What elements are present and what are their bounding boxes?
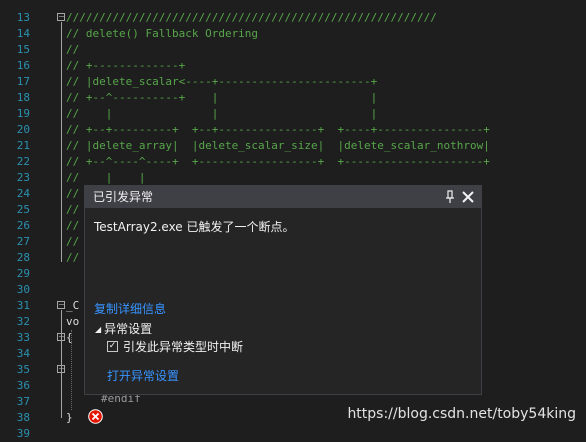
line-number: 29 <box>16 267 30 280</box>
code-text[interactable]: // +--^----^----+ +------------------+ +… <box>66 154 490 170</box>
line-number: 16 <box>16 59 30 72</box>
line-number: 25 <box>16 203 30 216</box>
fold-guide <box>61 310 62 418</box>
line-number: 14 <box>16 27 30 40</box>
fold-toggle-icon[interactable]: − <box>57 301 65 309</box>
code-text[interactable]: // <box>66 42 79 58</box>
code-text[interactable]: // <box>66 218 79 234</box>
line-number: 21 <box>16 139 30 152</box>
code-line[interactable]: 15 // <box>0 42 586 58</box>
line-number: 30 <box>16 283 30 296</box>
line-number: 27 <box>16 235 30 248</box>
exception-settings-section[interactable]: ◢ 异常设置 <box>95 320 152 337</box>
code-line[interactable]: 14 // delete() Fallback Ordering <box>0 26 586 42</box>
watermark: https://blog.csdn.net/toby54king <box>347 406 576 422</box>
dialog-title: 已引发异常 <box>93 190 154 204</box>
line-number: 17 <box>16 75 30 88</box>
pin-icon[interactable] <box>445 190 455 204</box>
line-number: 20 <box>16 123 30 136</box>
code-line[interactable]: 18 // +--^----------+ | | <box>0 90 586 106</box>
code-text[interactable]: // delete() Fallback Ordering <box>66 26 258 42</box>
code-text[interactable]: // <box>66 186 79 202</box>
code-line[interactable]: 20 // +--+---------+ +--+---------------+… <box>0 122 586 138</box>
line-number: 32 <box>16 315 30 328</box>
break-on-exception-checkbox[interactable]: ✓ <box>107 341 118 352</box>
line-number: 33 <box>16 331 30 344</box>
line-number: 15 <box>16 43 30 56</box>
line-number: 28 <box>16 251 30 264</box>
checkbox-label: 引发此异常类型时中断 <box>123 340 244 354</box>
line-number: 37 <box>16 395 30 408</box>
code-text[interactable]: _C <box>66 298 79 314</box>
code-text[interactable]: ////////////////////////////////////////… <box>66 10 437 26</box>
fold-toggle-icon[interactable]: − <box>57 13 65 21</box>
code-line[interactable]: 22 // +--^----^----+ +------------------+… <box>0 154 586 170</box>
line-number: 36 <box>16 379 30 392</box>
code-text[interactable]: // |delete_array| |delete_scalar_size| |… <box>66 138 490 154</box>
line-number: 38 <box>16 411 30 424</box>
exception-dialog: 已引发异常 TestArray2.exe 已触发了一个断点。 复制详细信息 ◢ 异… <box>84 185 482 395</box>
indent-guide <box>71 330 72 410</box>
line-number: 24 <box>16 187 30 200</box>
line-number: 35 <box>16 363 30 376</box>
code-text[interactable]: // |delete_scalar<----+-----------------… <box>66 74 377 90</box>
code-text[interactable]: // <box>66 234 79 250</box>
code-text[interactable]: // | | <box>66 170 145 186</box>
error-icon[interactable] <box>88 409 103 424</box>
code-line[interactable]: 19 // | | | <box>0 106 586 122</box>
code-line[interactable]: 17 // |delete_scalar<----+---------------… <box>0 74 586 90</box>
line-number: 34 <box>16 347 30 360</box>
code-text[interactable]: } <box>66 410 73 426</box>
line-number: 18 <box>16 91 30 104</box>
fold-guide <box>61 22 62 262</box>
line-number: 26 <box>16 219 30 232</box>
open-exception-settings-link[interactable]: 打开异常设置 <box>107 367 179 384</box>
close-icon[interactable] <box>461 190 475 204</box>
code-text[interactable]: // +-------------+ <box>66 58 185 74</box>
code-text[interactable]: // +--+---------+ +--+---------------+ +… <box>66 122 490 138</box>
dialog-titlebar: 已引发异常 <box>85 186 481 208</box>
collapse-triangle-icon[interactable]: ◢ <box>95 325 101 334</box>
line-number: 22 <box>16 155 30 168</box>
line-number: 23 <box>16 171 30 184</box>
code-text[interactable]: // <box>66 250 79 266</box>
code-text[interactable]: // +--^----------+ | | <box>66 90 377 106</box>
line-number: 19 <box>16 107 30 120</box>
code-line[interactable]: 21 // |delete_array| |delete_scalar_size|… <box>0 138 586 154</box>
copy-details-link[interactable]: 复制详细信息 <box>94 300 166 317</box>
line-number: 13 <box>16 11 30 24</box>
code-line[interactable]: 39 <box>0 426 586 442</box>
code-text[interactable]: // <box>66 202 79 218</box>
line-number: 31 <box>16 299 30 312</box>
line-number: 39 <box>16 427 30 440</box>
code-line[interactable]: 23 // | | <box>0 170 586 186</box>
exception-message: TestArray2.exe 已触发了一个断点。 <box>94 220 295 234</box>
code-line[interactable]: 13 //////////////////////////////////////… <box>0 10 586 26</box>
code-line[interactable]: 16 // +-------------+ <box>0 58 586 74</box>
code-text[interactable]: // | | | <box>66 106 377 122</box>
code-text[interactable]: vo <box>66 314 79 330</box>
section-title: 异常设置 <box>104 322 153 336</box>
break-on-exception-option[interactable]: ✓ 引发此异常类型时中断 <box>107 338 243 355</box>
